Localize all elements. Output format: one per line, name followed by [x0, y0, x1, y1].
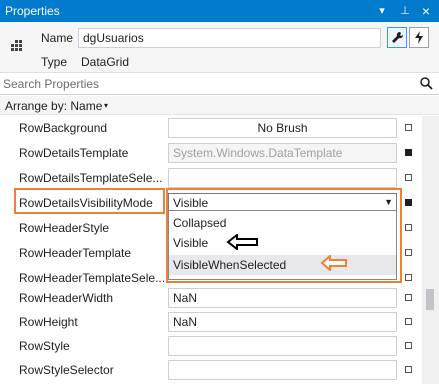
property-name: RowStyleSelector — [19, 363, 114, 377]
events-view-button[interactable] — [409, 27, 429, 48]
properties-window-titlebar: Properties ▾ ⊥ × — [0, 0, 439, 22]
advanced-options-marker[interactable] — [405, 274, 412, 281]
advanced-options-marker[interactable] — [405, 174, 412, 181]
property-row-rowdetailstemplateselector[interactable]: RowDetailsTemplateSele... — [0, 166, 422, 190]
property-value[interactable] — [168, 336, 397, 356]
window-title: Properties — [5, 4, 60, 18]
advanced-options-marker[interactable] — [405, 318, 412, 325]
arrow-left-icon — [320, 255, 347, 271]
property-value[interactable]: System.Windows.DataTemplate — [168, 143, 397, 163]
advanced-options-marker[interactable] — [405, 366, 412, 373]
type-value: DataGrid — [81, 55, 130, 69]
advanced-options-marker[interactable] — [405, 224, 412, 231]
advanced-options-marker[interactable] — [405, 249, 412, 256]
object-icon — [11, 40, 22, 51]
search-icon[interactable] — [420, 77, 433, 90]
property-row-rowheight[interactable]: RowHeight NaN — [0, 310, 422, 334]
property-value[interactable] — [168, 168, 397, 188]
property-name: RowHeaderStyle — [19, 221, 110, 235]
advanced-options-marker[interactable] — [405, 149, 412, 156]
property-row-rowstyleselector[interactable]: RowStyleSelector — [0, 358, 422, 382]
arrow-left-icon — [226, 234, 258, 250]
properties-header: Name dgUsuarios Type DataGrid — [0, 22, 439, 72]
property-row-rowheaderwidth[interactable]: RowHeaderWidth NaN — [0, 286, 422, 310]
search-bar — [0, 72, 439, 95]
pin-icon[interactable]: ⊥ — [397, 3, 413, 19]
property-name: RowHeaderWidth — [19, 291, 114, 305]
property-name: RowHeaderTemplateSele... — [19, 271, 164, 285]
property-value[interactable] — [168, 360, 397, 380]
property-name: RowStyle — [19, 339, 70, 353]
brush-editor[interactable]: No Brush — [168, 118, 397, 138]
property-name: RowHeight — [19, 315, 78, 329]
advanced-options-marker[interactable] — [405, 199, 412, 206]
arrange-by-selector[interactable]: Arrange by: Name ▾ — [0, 96, 439, 115]
scrollbar-thumb[interactable] — [426, 289, 434, 310]
arrange-by-label: Arrange by: Name — [5, 99, 103, 113]
property-row-rowstyle[interactable]: RowStyle — [0, 334, 422, 358]
property-name: RowHeaderTemplate — [19, 246, 132, 260]
property-value[interactable]: NaN — [168, 288, 397, 308]
properties-view-button[interactable] — [387, 27, 407, 48]
property-value[interactable]: NaN — [168, 312, 397, 332]
close-icon[interactable]: × — [418, 3, 434, 19]
annotation-box-property-name — [14, 188, 165, 214]
advanced-options-marker[interactable] — [405, 342, 412, 349]
window-menu-dropdown-icon[interactable]: ▾ — [374, 3, 390, 19]
property-name: RowDetailsTemplate — [19, 146, 129, 160]
search-input[interactable] — [3, 76, 403, 92]
advanced-options-marker[interactable] — [405, 124, 412, 131]
vertical-scrollbar[interactable] — [422, 116, 439, 384]
type-label: Type — [41, 55, 68, 69]
advanced-options-marker[interactable] — [405, 294, 412, 301]
property-row-rowdetailstemplate[interactable]: RowDetailsTemplate System.Windows.DataTe… — [0, 141, 422, 165]
annotation-box-dropdown — [166, 188, 402, 283]
name-label: Name — [41, 31, 74, 45]
property-name: RowDetailsTemplateSele... — [19, 171, 163, 185]
property-name: RowBackground — [19, 121, 108, 135]
name-field[interactable]: dgUsuarios — [78, 28, 381, 48]
property-row-rowbackground[interactable]: RowBackground No Brush — [0, 116, 422, 140]
chevron-down-icon: ▾ — [104, 101, 109, 110]
lightning-icon — [415, 31, 423, 44]
wrench-icon — [392, 31, 404, 43]
